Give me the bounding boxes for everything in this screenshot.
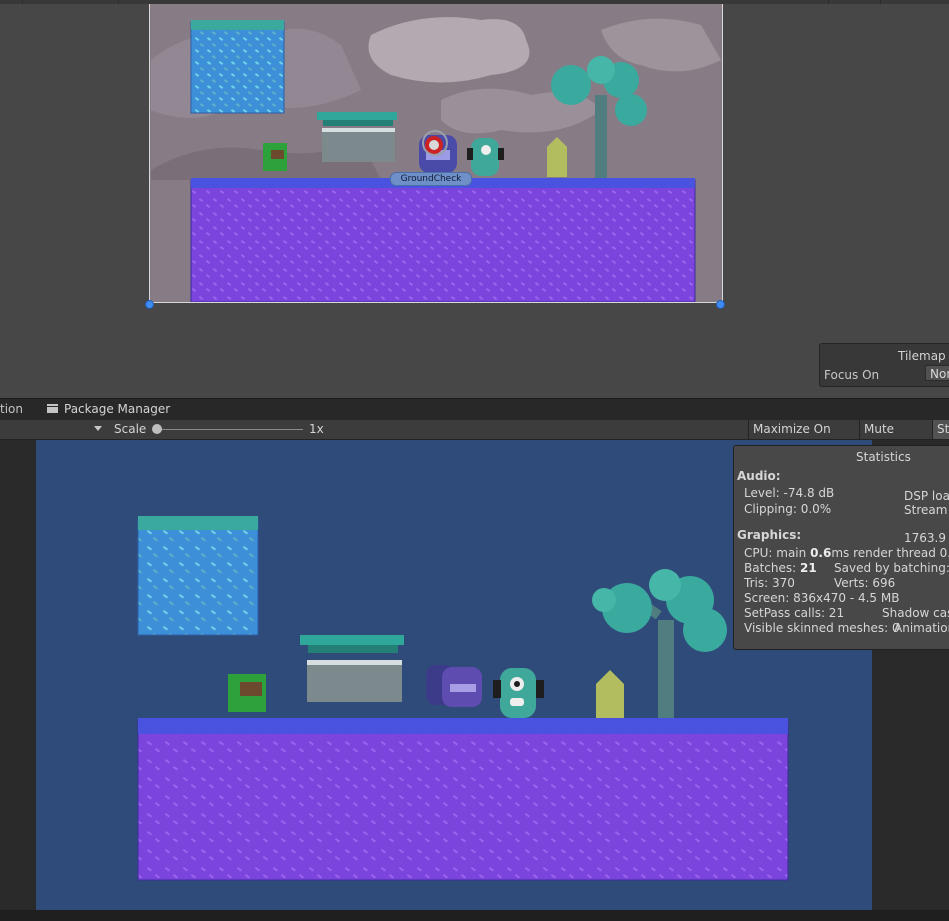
dsp-load: DSP load: (904, 489, 949, 503)
tab-partial[interactable]: tion (0, 402, 23, 416)
focus-on-dropdown[interactable]: None (925, 365, 949, 381)
tilemap-title: Tilemap (898, 349, 946, 363)
stream-load: Stream load: (904, 503, 949, 517)
groundcheck-label[interactable]: GroundCheck (390, 172, 472, 186)
tilemap-overlay: Tilemap Focus On None (819, 343, 949, 387)
scale-slider-track[interactable] (155, 429, 303, 430)
chevron-down-icon (94, 426, 102, 431)
toolbar-separator (828, 0, 829, 4)
scale-value: 1x (309, 422, 324, 436)
focus-on-label: Focus On (824, 368, 880, 382)
batches-stat: Batches: 21 (744, 561, 817, 575)
game-toolbar: Scale 1x Maximize On Play Mute Audio Sta… (0, 420, 949, 455)
audio-header: Audio: (737, 469, 781, 483)
statistics-panel: Statistics Audio: Level: -74.8 dB Clippi… (733, 445, 949, 650)
animations-stat: Animations: 0 (894, 621, 949, 635)
tab-package-manager[interactable]: Package Manager (64, 402, 170, 416)
cpu-stats: CPU: main 0.6ms render thread 0.3ms (744, 546, 949, 560)
saved-by-batching: Saved by batching: 2 (834, 561, 949, 575)
toolbar-separator (880, 0, 881, 4)
window-tab-bar: tion Package Manager (0, 398, 949, 421)
screen-stat: Screen: 836x470 - 4.5 MB (744, 591, 900, 605)
shadow-casters-stat: Shadow casters: 0 (882, 606, 949, 620)
toolbar-separator (118, 0, 119, 4)
toolbar-separator (22, 0, 23, 4)
statistics-title: Statistics (856, 450, 911, 464)
rect-handle-bottom-right[interactable] (716, 300, 725, 309)
scale-label: Scale (114, 422, 147, 436)
bottom-status-bar (0, 910, 949, 921)
package-manager-icon (47, 404, 58, 413)
maximize-on-play-button[interactable]: Maximize On Play (748, 420, 858, 455)
rect-handle-bottom-left[interactable] (145, 300, 154, 309)
display-dropdown[interactable] (0, 421, 106, 437)
audio-level: Level: -74.8 dB (744, 486, 835, 500)
scene-view[interactable]: GroundCheck Tilemap Focus On None (0, 0, 949, 398)
stats-button[interactable]: Stats (932, 420, 949, 439)
graphics-header: Graphics: (737, 528, 802, 542)
skinned-meshes-stat: Visible skinned meshes: 0 (744, 621, 900, 635)
scale-slider-thumb[interactable] (152, 424, 162, 434)
audio-clipping: Clipping: 0.0% (744, 502, 832, 516)
groundcheck-gizmo-icon[interactable] (422, 130, 448, 156)
setpass-stat: SetPass calls: 21 (744, 606, 845, 620)
mute-audio-button[interactable]: Mute Audio (859, 420, 932, 455)
fps-value: 1763.9 FPS (904, 531, 949, 545)
verts-stat: Verts: 696 (834, 576, 896, 590)
tris-stat: Tris: 370 (744, 576, 795, 590)
